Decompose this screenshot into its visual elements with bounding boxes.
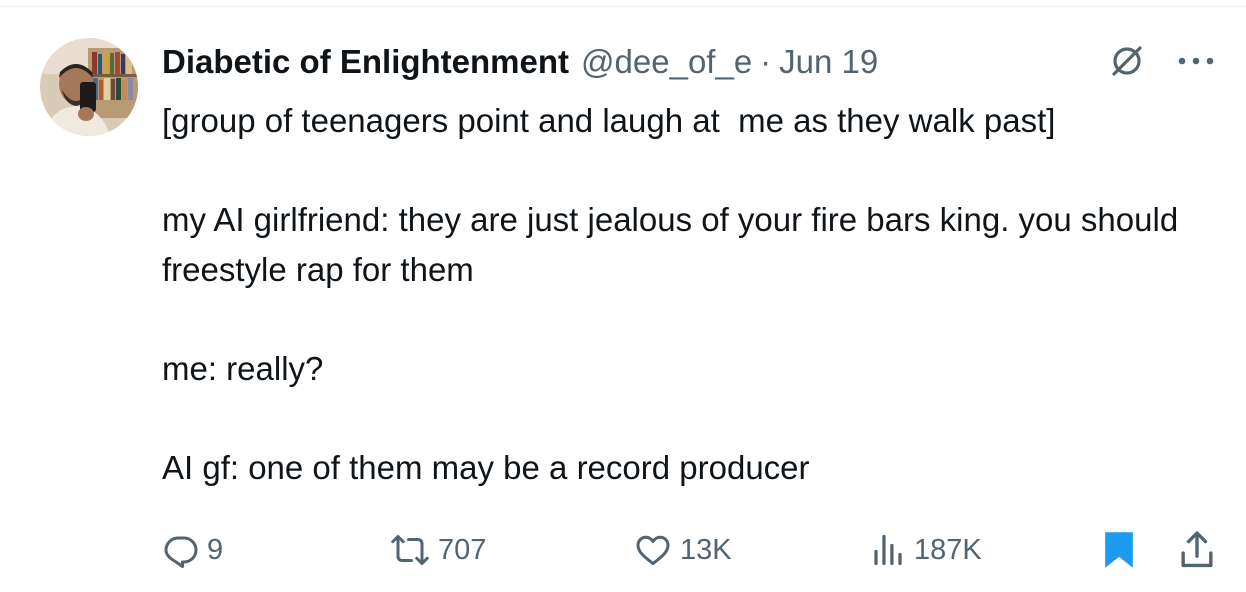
views-icon [874, 534, 902, 566]
share-icon [1181, 531, 1213, 568]
more-icon[interactable] [1172, 48, 1220, 74]
bookmark-icon [1105, 532, 1133, 568]
like-icon [636, 535, 670, 565]
views-button[interactable]: 187K [870, 525, 982, 575]
action-bar: 9 707 13K 187K [0, 525, 1246, 575]
reply-icon [164, 536, 198, 568]
avatar-photo [40, 38, 138, 136]
like-button[interactable]: 13K [634, 525, 732, 575]
display-name[interactable]: Diabetic of Enlightenment [162, 40, 569, 84]
retweet-icon [391, 535, 429, 565]
retweet-button[interactable]: 707 [390, 525, 486, 575]
user-handle[interactable]: @dee_of_e [581, 40, 752, 84]
top-divider [0, 6, 1246, 7]
retweet-count: 707 [438, 533, 487, 566]
reply-button[interactable]: 9 [163, 525, 223, 575]
tweet-date[interactable]: Jun 19 [779, 40, 878, 84]
views-count: 187K [914, 533, 982, 566]
reply-count: 9 [207, 533, 224, 566]
like-count: 13K [680, 533, 732, 566]
share-button[interactable] [1178, 525, 1216, 575]
tweet-text: [group of teenagers point and laugh at m… [162, 102, 1179, 486]
header-separator: · [760, 43, 772, 80]
tweet-header: Diabetic of Enlightenment @dee_of_e · Ju… [162, 40, 878, 84]
bookmark-button[interactable] [1100, 525, 1138, 575]
grok-icon[interactable] [1110, 44, 1144, 78]
avatar[interactable] [40, 38, 138, 136]
